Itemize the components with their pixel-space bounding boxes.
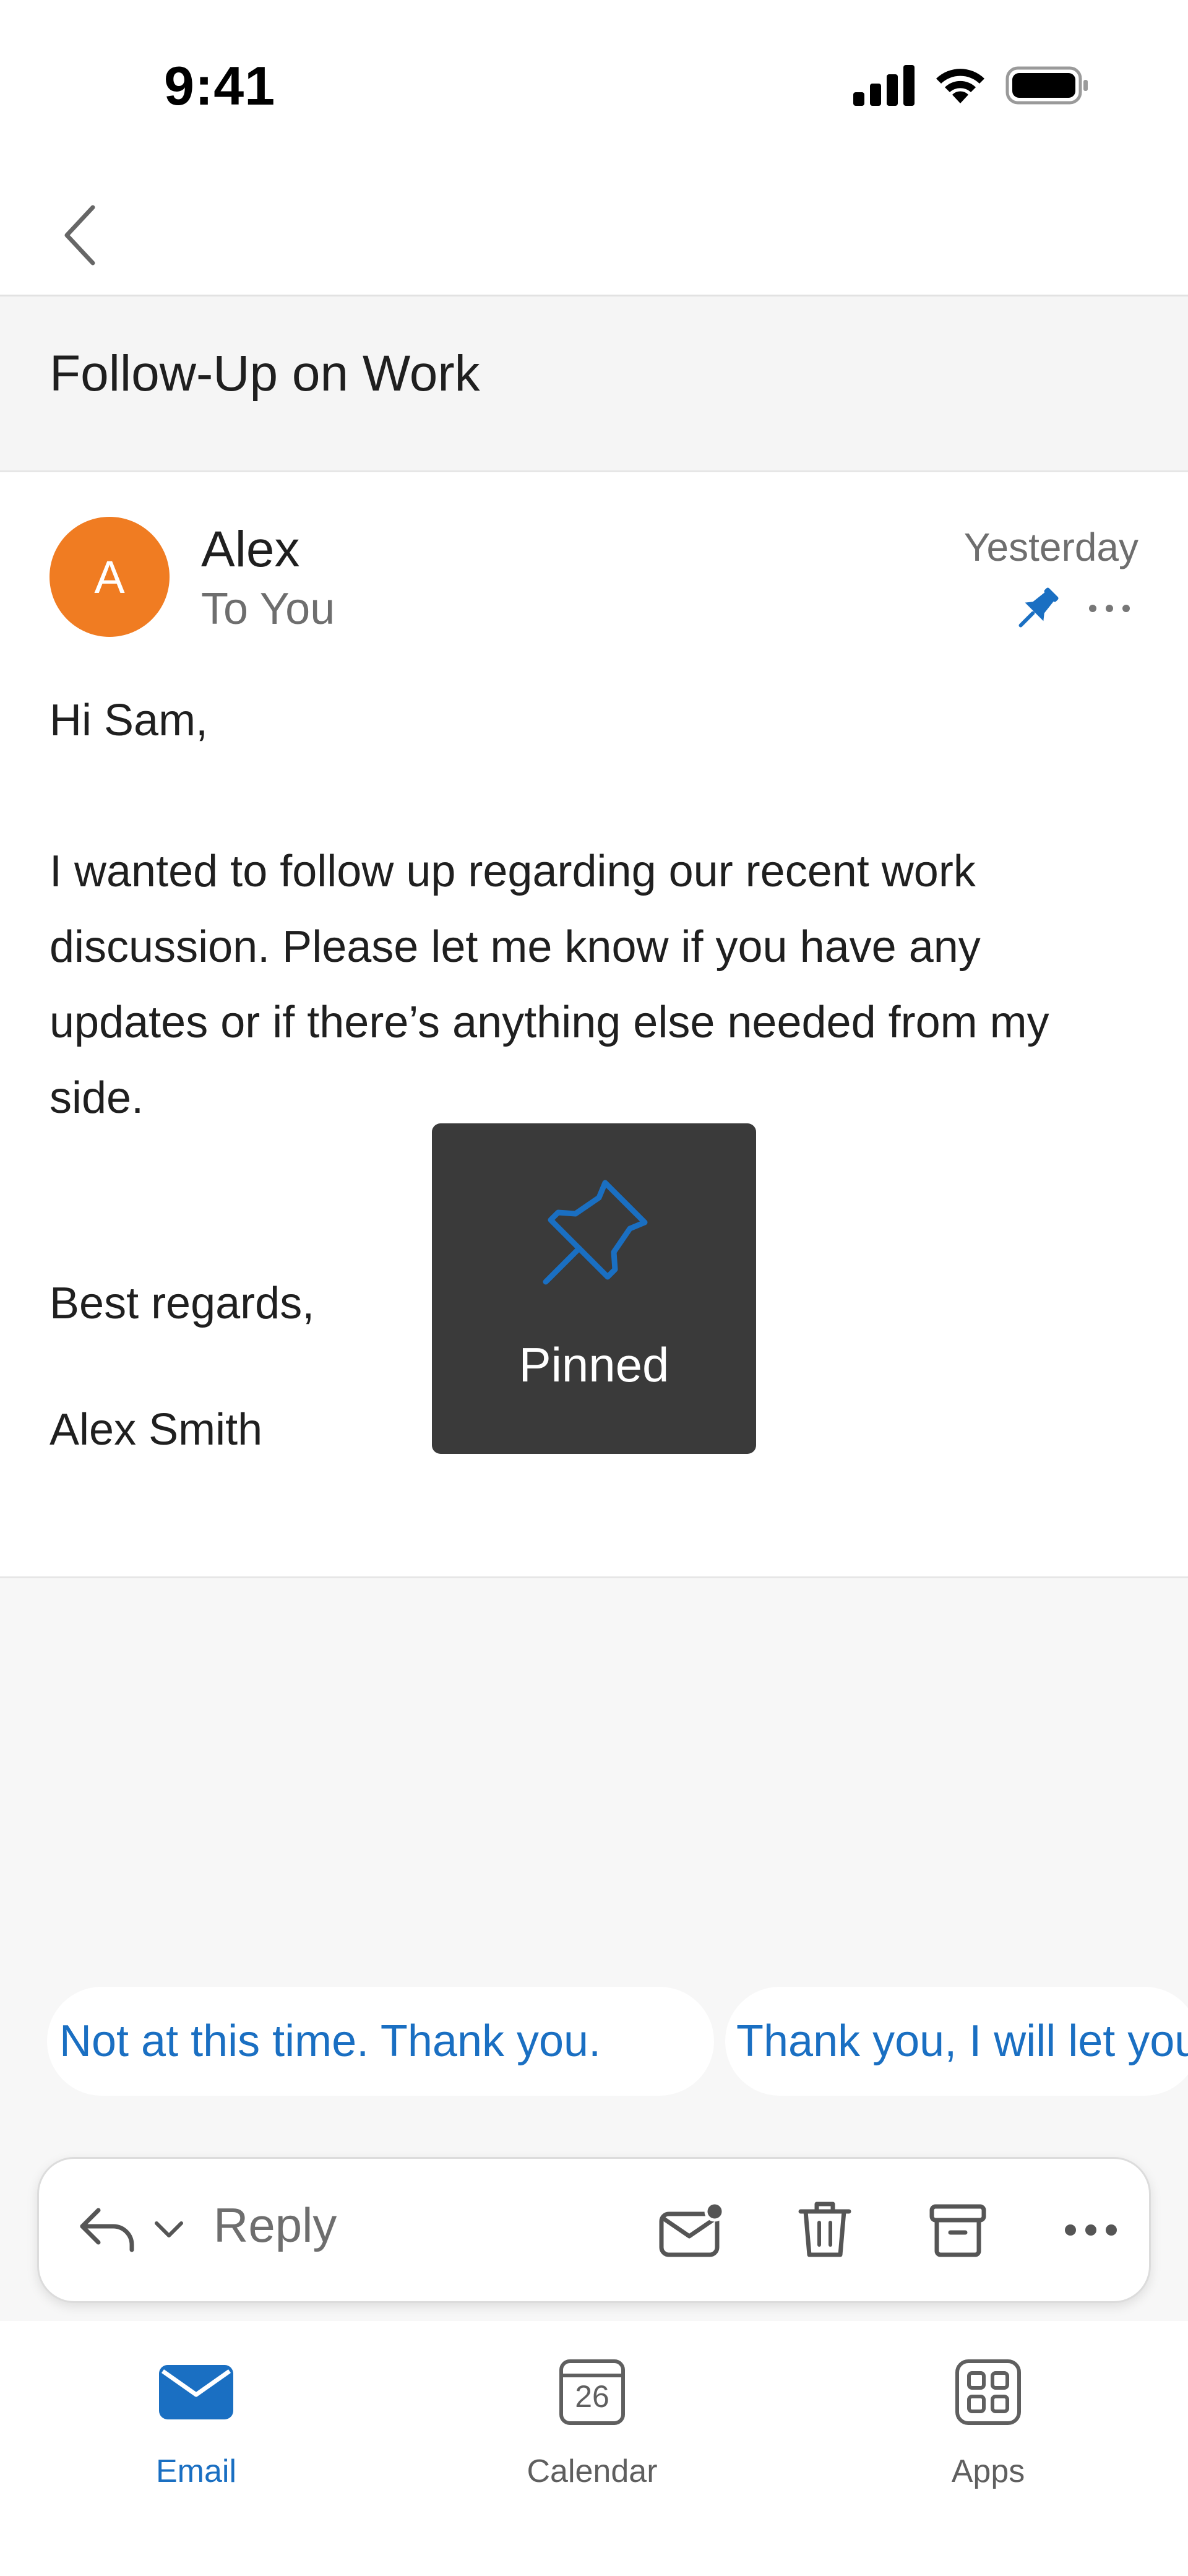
suggested-reply-chip[interactable]: Thank you, I will let you bbox=[725, 1987, 1188, 2096]
calendar-date-number: 26 bbox=[575, 2379, 609, 2414]
chevron-left-icon bbox=[64, 205, 95, 266]
reply-button[interactable] bbox=[70, 2159, 144, 2301]
tab-label: Calendar bbox=[527, 2453, 658, 2489]
tab-email-icon-wrap bbox=[153, 2349, 239, 2436]
tab-apps[interactable]: Apps bbox=[864, 2349, 1112, 2510]
sender-name[interactable]: Alex bbox=[201, 521, 300, 579]
subject-title: Follow-Up on Work bbox=[50, 345, 480, 402]
mark-unread-button[interactable] bbox=[652, 2159, 732, 2301]
reply-options-dropdown[interactable] bbox=[147, 2159, 191, 2301]
battery-icon bbox=[1005, 66, 1088, 105]
suggested-replies: Not at this time. Thank you. Thank you, … bbox=[0, 1987, 1188, 2098]
message-paragraph: I wanted to follow up regarding our rece… bbox=[50, 847, 1049, 1123]
message-date: Yesterday bbox=[963, 525, 1138, 569]
suggested-reply-chip[interactable]: Not at this time. Thank you. bbox=[47, 1987, 714, 2096]
tab-label: Email bbox=[155, 2453, 237, 2489]
tab-calendar[interactable]: 26 Calendar bbox=[468, 2349, 716, 2510]
navigation-bar bbox=[0, 173, 1188, 296]
status-bar: 9:41 bbox=[0, 0, 1188, 173]
pin-icon bbox=[543, 1180, 648, 1285]
archive-icon bbox=[929, 2204, 986, 2257]
tab-bar: Email 26 Calendar Apps bbox=[0, 2321, 1188, 2576]
tab-label: Apps bbox=[951, 2453, 1025, 2489]
more-horizontal-icon bbox=[1065, 2224, 1117, 2236]
wifi-icon bbox=[936, 69, 984, 103]
message-greeting: Hi Sam, bbox=[50, 696, 209, 745]
avatar[interactable]: A bbox=[50, 517, 170, 637]
pinned-indicator-icon bbox=[1018, 587, 1059, 628]
message-more-button[interactable] bbox=[1082, 584, 1137, 633]
mail-icon bbox=[159, 2365, 233, 2419]
reply-toolbar: Reply bbox=[37, 2157, 1151, 2303]
apps-grid-icon bbox=[955, 2359, 1021, 2425]
pinned-toast: Pinned bbox=[432, 1123, 756, 1454]
chevron-down-icon bbox=[155, 2221, 183, 2237]
mail-unread-icon bbox=[659, 2201, 725, 2257]
tab-calendar-icon-wrap: 26 bbox=[549, 2349, 635, 2436]
avatar-initial: A bbox=[94, 551, 125, 603]
cellular-signal-icon bbox=[853, 65, 915, 106]
status-icons bbox=[853, 65, 1089, 106]
recipient-line: To You bbox=[201, 584, 335, 634]
reply-arrow-icon bbox=[80, 2208, 134, 2252]
delete-button[interactable] bbox=[785, 2159, 865, 2301]
toolbar-more-button[interactable] bbox=[1051, 2159, 1131, 2301]
tab-apps-icon-wrap bbox=[945, 2349, 1031, 2436]
status-time: 9:41 bbox=[164, 55, 276, 116]
more-horizontal-icon bbox=[1089, 605, 1130, 612]
trash-icon bbox=[798, 2202, 851, 2257]
tab-email[interactable]: Email bbox=[72, 2349, 320, 2510]
email-screen: 9:41 Follow-Up on Work A Alex To You Yes… bbox=[0, 0, 1188, 2576]
subject-bar: Follow-Up on Work bbox=[0, 296, 1188, 472]
back-button[interactable] bbox=[50, 198, 111, 272]
toast-label: Pinned bbox=[519, 1338, 669, 1392]
archive-button[interactable] bbox=[918, 2159, 998, 2301]
reply-label[interactable]: Reply bbox=[213, 2197, 337, 2254]
